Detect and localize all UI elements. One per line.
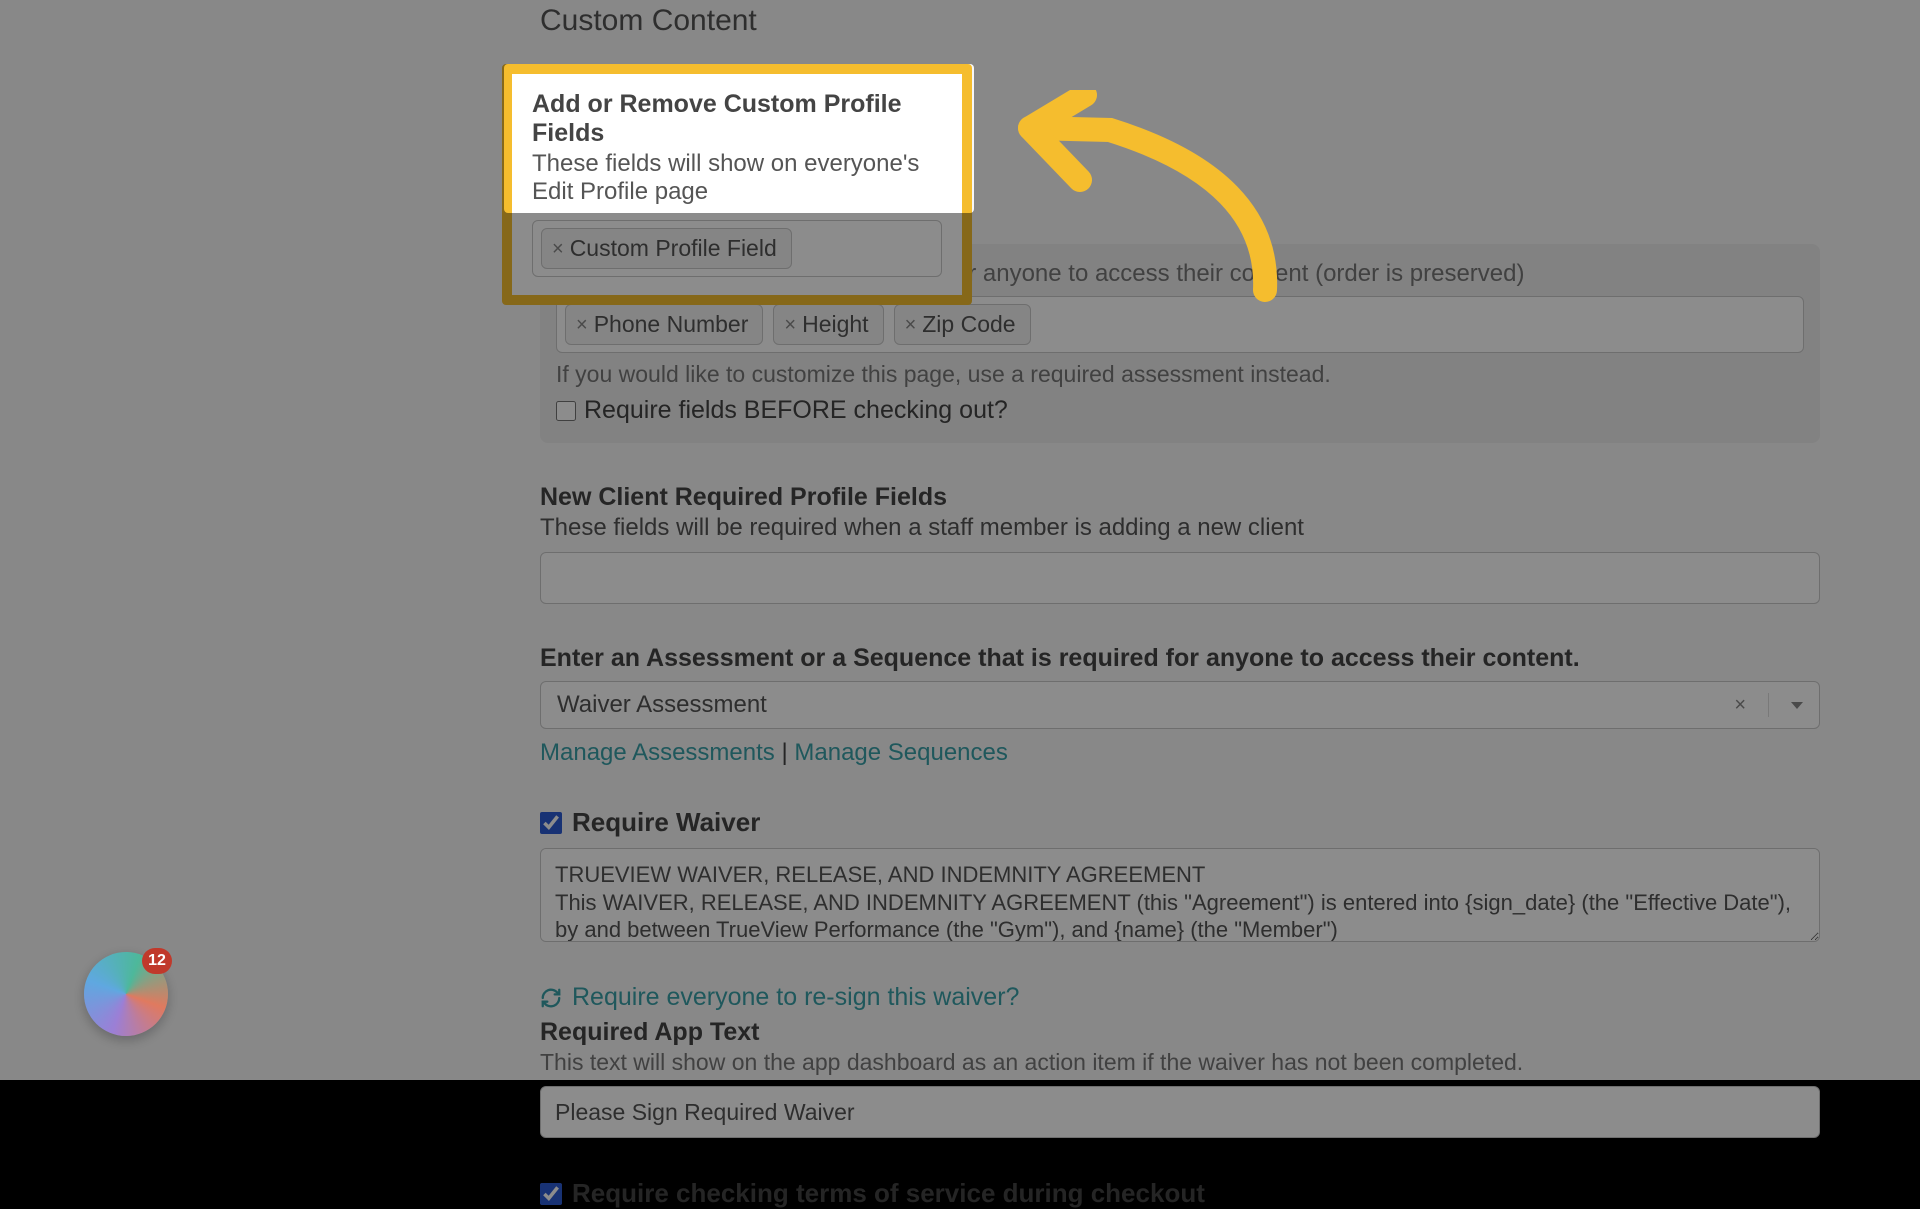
required-field-chip[interactable]: × Zip Code <box>894 304 1031 345</box>
app-text-desc: This text will show on the app dashboard… <box>540 1049 1820 1076</box>
notification-badge: 12 <box>142 948 172 974</box>
assessment-select[interactable]: Waiver Assessment × <box>540 681 1820 729</box>
require-before-checkout-label: Require fields BEFORE checking out? <box>584 396 1008 425</box>
custom-profile-fields-highlight: Add or Remove Custom Profile Fields Thes… <box>502 64 972 305</box>
assessment-heading: Enter an Assessment or a Sequence that i… <box>540 644 1820 673</box>
close-icon[interactable]: × <box>905 315 917 335</box>
refresh-icon <box>540 987 562 1009</box>
link-separator: | <box>781 739 794 766</box>
chip-label: Phone Number <box>594 311 749 338</box>
help-widget-button[interactable]: 12 <box>84 952 168 1036</box>
require-tos-checkbox[interactable] <box>540 1183 562 1205</box>
required-fields-hint: If you would like to customize this page… <box>556 361 1804 388</box>
required-field-chip[interactable]: × Height <box>773 304 883 345</box>
close-icon[interactable]: × <box>576 315 588 335</box>
page-title: Custom Content <box>540 4 1820 38</box>
custom-fields-input[interactable]: × Custom Profile Field <box>532 220 942 277</box>
waiver-text-textarea[interactable] <box>540 848 1820 942</box>
manage-assessments-link[interactable]: Manage Assessments <box>540 739 775 766</box>
chip-label: Height <box>802 311 868 338</box>
separator <box>1768 693 1769 717</box>
new-client-heading: New Client Required Profile Fields <box>540 483 1820 512</box>
require-waiver-label: Require Waiver <box>572 807 760 838</box>
app-text-heading: Required App Text <box>540 1018 1820 1047</box>
new-client-desc: These fields will be required when a sta… <box>540 514 1820 542</box>
require-waiver-checkbox[interactable] <box>540 812 562 834</box>
chip-label: Zip Code <box>922 311 1015 338</box>
custom-fields-heading: Add or Remove Custom Profile Fields <box>532 90 942 148</box>
chip-label: Custom Profile Field <box>570 235 777 262</box>
custom-fields-desc: These fields will show on everyone's Edi… <box>532 150 942 206</box>
require-before-checkout-checkbox[interactable] <box>556 401 576 421</box>
close-icon[interactable]: × <box>552 239 564 259</box>
resign-waiver-link[interactable]: Require everyone to re-sign this waiver? <box>572 983 1019 1012</box>
manage-sequences-link[interactable]: Manage Sequences <box>794 739 1008 766</box>
close-icon[interactable]: × <box>784 315 796 335</box>
custom-field-chip[interactable]: × Custom Profile Field <box>541 228 792 269</box>
assessment-selected-value: Waiver Assessment <box>557 691 1734 719</box>
clear-icon[interactable]: × <box>1734 694 1746 717</box>
chevron-down-icon[interactable] <box>1791 702 1803 709</box>
new-client-fields-input[interactable] <box>540 552 1820 604</box>
app-text-input[interactable] <box>540 1086 1820 1138</box>
required-field-chip[interactable]: × Phone Number <box>565 304 763 345</box>
require-tos-label: Require checking terms of service during… <box>572 1178 1205 1209</box>
